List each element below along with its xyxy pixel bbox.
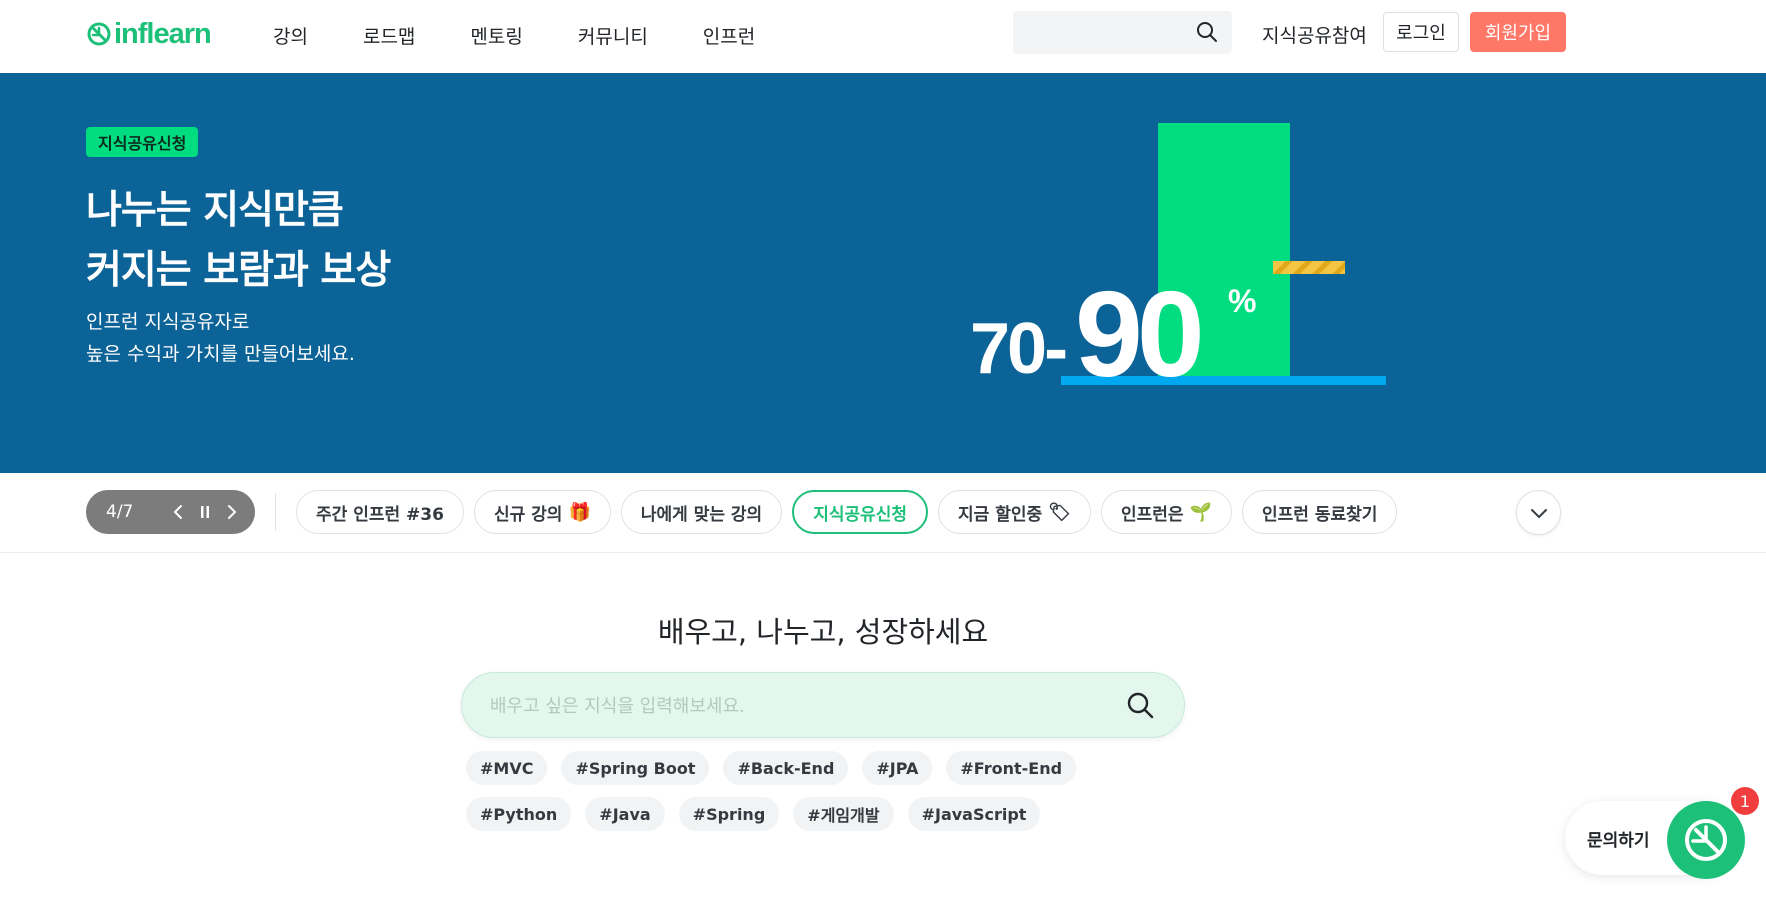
tag-chip[interactable]: #JPA [862,751,933,785]
nav-item-courses[interactable]: 강의 [273,22,308,49]
sprout-icon: 🌱 [1189,501,1212,523]
chip-label: 주간 인프런 #36 [316,504,444,525]
tag-chip[interactable]: #게임개발 [793,797,894,831]
inflearn-logo[interactable]: inflearn [86,17,212,50]
hero-banner[interactable]: 지식공유신청 나누는 지식만큼 커지는 보람과 보상 인프런 지식공유자로 높은… [0,73,1766,473]
percentage-range-start: 70- [970,309,1068,389]
hero-title-line: 커지는 보람과 보상 [86,248,391,293]
chevron-down-icon [1530,508,1547,518]
chip-weekly-inflearn[interactable]: 주간 인프런 #36 [296,490,464,534]
leaf-logo-icon [87,22,111,46]
yellow-stripe-shape [1273,261,1345,274]
hero-badge: 지식공유신청 [86,127,199,157]
nav-item-inflearn[interactable]: 인프런 [703,22,755,49]
chip-label: 신규 강의 [493,504,563,525]
tag-chip[interactable]: #Spring [678,797,780,831]
gift-icon: 🎁 [568,501,591,523]
leaf-chat-icon [1685,819,1727,861]
nav-item-community[interactable]: 커뮤니티 [578,22,648,49]
price-tag-icon: 🏷 [1048,501,1072,523]
pause-icon[interactable] [191,505,218,519]
percentage-range-end: 90 [1075,266,1205,402]
chip-find-colleagues[interactable]: 인프런 동료찾기 [1242,490,1398,534]
hero-subtitle-line: 인프런 지식공유자로 [86,311,250,333]
expand-chips-button[interactable] [1516,490,1561,535]
hero-percentage-graphic: 70- 90 % [960,123,1400,423]
carousel-chips: 주간 인프런 #36 신규 강의 🎁 나에게 맞는 강의 지식공유신청 지금 할인… [296,490,1398,534]
top-header: inflearn 강의 로드맵 멘토링 커뮤니티 인프런 지식공유참여 로그인 … [0,0,1766,74]
knowledge-share-link[interactable]: 지식공유참여 [1262,21,1367,48]
chip-label: 인프런은 [1121,504,1184,525]
chip-label: 지금 할인중 [958,504,1043,525]
tag-chip[interactable]: #MVC [466,751,548,785]
search-icon[interactable] [1196,21,1218,43]
tag-chip[interactable]: #Java [585,797,665,831]
chip-about-inflearn[interactable]: 인프런은 🌱 [1101,490,1232,534]
chip-on-sale[interactable]: 지금 할인중 🏷 [938,490,1092,534]
main-search-bar[interactable] [461,672,1185,738]
carousel-bar: 4/7 주간 인프런 #36 신규 강의 🎁 나에게 맞는 강의 지식공유신청 지… [0,473,1766,553]
percent-sign: % [1228,283,1257,319]
chip-label: 나에게 맞는 강의 [640,504,763,525]
tag-chip[interactable]: #Python [466,797,572,831]
hero-subtitle-line: 높은 수익과 가치를 만들어보세요. [86,343,355,365]
main-nav: 강의 로드맵 멘토링 커뮤니티 인프런 [273,0,810,70]
chip-label: 인프런 동료찾기 [1262,504,1378,525]
help-chat-button[interactable] [1667,801,1745,879]
hero-title: 나누는 지식만큼 커지는 보람과 보상 [86,181,391,301]
carousel-divider [275,493,276,531]
hero-subtitle: 인프런 지식공유자로 높은 수익과 가치를 만들어보세요. [86,306,355,370]
popular-tags: #MVC #Spring Boot #Back-End #JPA #Front-… [466,751,1186,831]
chip-recommended-courses[interactable]: 나에게 맞는 강의 [620,490,783,534]
logo-wordmark: inflearn [114,17,212,50]
carousel-page-count: 4/7 [106,502,134,522]
main-title: 배우고, 나누고, 성장하세요 [657,615,989,649]
login-button[interactable]: 로그인 [1383,12,1459,52]
carousel-pager: 4/7 [86,490,255,534]
main-search-input[interactable] [488,688,1092,724]
hero-title-line: 나누는 지식만큼 [86,188,344,233]
tag-chip[interactable]: #Front-End [946,751,1077,785]
tag-chip[interactable]: #JavaScript [907,797,1041,831]
chevron-right-icon[interactable] [218,504,245,520]
nav-item-mentoring[interactable]: 멘토링 [470,22,522,49]
header-search-input[interactable] [1013,11,1232,54]
search-icon[interactable] [1126,691,1154,719]
tag-chip[interactable]: #Back-End [723,751,849,785]
nav-item-roadmap[interactable]: 로드맵 [363,22,415,49]
chevron-left-icon[interactable] [164,504,191,520]
tag-chip[interactable]: #Spring Boot [561,751,710,785]
chip-label: 지식공유신청 [813,504,908,525]
chip-new-courses[interactable]: 신규 강의 🎁 [473,490,611,534]
chip-knowledge-share[interactable]: 지식공유신청 [792,490,929,534]
signup-button[interactable]: 회원가입 [1470,12,1566,52]
notification-badge: 1 [1731,787,1759,815]
